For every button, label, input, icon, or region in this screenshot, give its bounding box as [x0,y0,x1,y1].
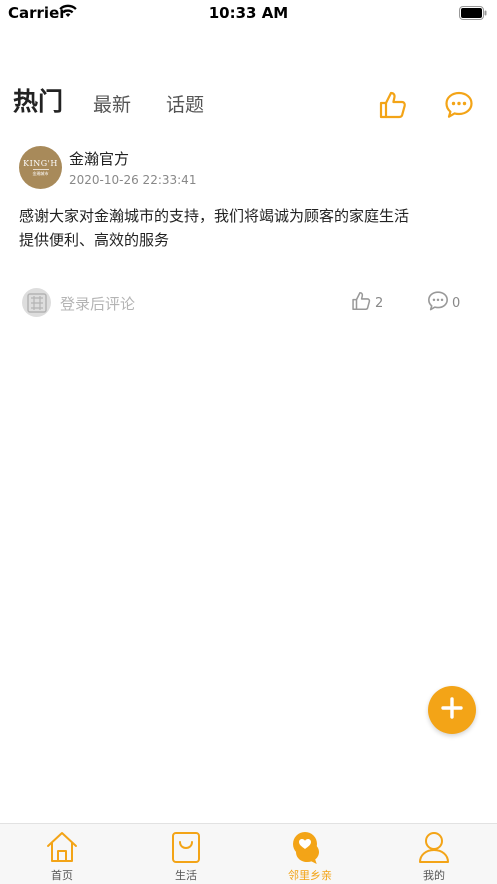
like-count: 2 [375,295,384,311]
create-post-button[interactable] [428,686,476,734]
neighbors-chat-icon [248,830,372,866]
bottom-tab-bar: 首页 生活 邻里乡亲 我的 [0,823,497,884]
comment-icon [426,290,450,316]
shopping-bag-icon [124,830,248,864]
comment-button[interactable]: 0 [426,290,460,316]
home-icon [0,830,124,864]
nav-neighbors[interactable]: 邻里乡亲 [248,824,372,884]
tab-latest[interactable]: 最新 [93,87,131,123]
nav-profile[interactable]: 我的 [372,824,496,884]
nav-profile-label: 我的 [423,869,445,882]
status-bar: Carrier 10:33 AM [0,0,497,26]
tab-topics[interactable]: 话题 [166,87,204,123]
thumbs-up-icon[interactable] [378,90,410,124]
author-avatar[interactable]: KING'H 金瀚城市 [19,146,62,189]
clock: 10:33 AM [208,4,289,22]
avatar-logo-subtext: 金瀚城市 [32,168,49,176]
avatar-logo-text: KING'H [23,158,58,168]
post-timestamp: 2020-10-26 22:33:41 [69,173,197,187]
comment-input[interactable]: 登录后评论 [60,293,135,314]
battery-icon [459,5,487,24]
feed-tabs: 热门 最新 话题 [0,84,497,124]
tab-hot[interactable]: 热门 [13,84,63,120]
thumbs-up-icon [351,290,373,316]
nav-life[interactable]: 生活 [124,824,248,884]
nav-home[interactable]: 首页 [0,824,124,884]
post-content: 感谢大家对金瀚城市的支持，我们将竭诚为顾客的家庭生活提供便利、高效的服务 [19,207,410,249]
user-avatar-placeholder-icon [22,288,51,317]
nav-life-label: 生活 [175,869,197,882]
comment-count: 0 [452,295,461,311]
author-name[interactable]: 金瀚官方 [69,148,129,169]
plus-icon [440,696,464,724]
nav-home-label: 首页 [51,869,73,882]
message-icon[interactable] [443,90,475,124]
like-button[interactable]: 2 [351,290,383,316]
nav-neighbors-label: 邻里乡亲 [288,869,332,882]
comment-bar: 登录后评论 2 0 [0,284,497,320]
profile-icon [372,830,496,864]
